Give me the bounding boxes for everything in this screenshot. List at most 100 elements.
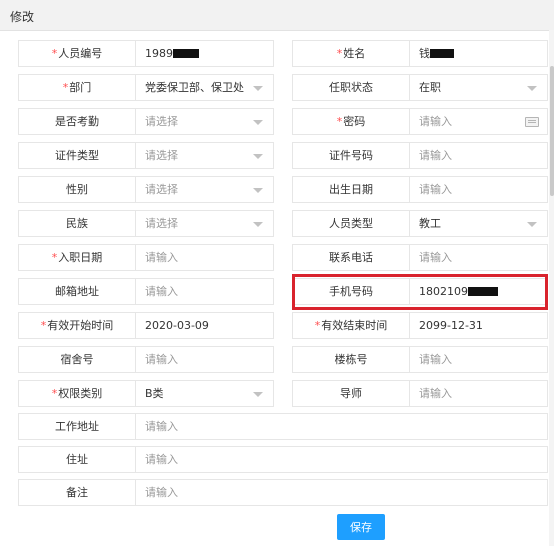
scrollbar-track[interactable] [549,30,554,546]
ethnicity-placeholder: 请选择 [145,217,178,230]
employment-status-label: 任职状态 [293,75,410,100]
ethnicity-select[interactable]: 民族 请选择 [18,210,274,237]
birth-date-field: 出生日期 请输入 [292,176,548,203]
required-marker: * [336,115,343,128]
gender-select[interactable]: 性别 请选择 [18,176,274,203]
chevron-down-icon [253,392,263,397]
id-type-select[interactable]: 证件类型 请选择 [18,142,274,169]
staff-type-select[interactable]: 人员类型 教工 [292,210,548,237]
valid-start-field: *有效开始时间 2020-03-09 [18,312,274,339]
mobile-field: 手机号码 1802109 [292,278,548,305]
email-input[interactable]: 请输入 [145,279,178,304]
name-input[interactable]: 钱 [419,41,454,66]
work-address-input[interactable]: 请输入 [145,414,178,439]
scrollbar-thumb[interactable] [550,66,554,196]
dialog-title: 修改 [10,10,35,24]
password-field: *密码 请输入 [292,108,548,135]
valid-end-field: *有效结束时间 2099-12-31 [292,312,548,339]
birth-date-input[interactable]: 请输入 [419,177,452,202]
chevron-down-icon [253,120,263,125]
chevron-down-icon [253,154,263,159]
chevron-down-icon [527,86,537,91]
work-address-field: 工作地址 请输入 [18,413,548,440]
attendance-label: 是否考勤 [19,109,136,134]
department-select[interactable]: *部门 党委保卫部、保卫处 [18,74,274,101]
required-marker: * [62,81,69,94]
chevron-down-icon [253,188,263,193]
phone-field: 联系电话 请输入 [292,244,548,271]
name-label: 姓名 [343,47,366,60]
gender-label: 性别 [19,177,136,202]
hire-date-label: 入职日期 [58,251,103,264]
building-no-field: 楼栋号 请输入 [292,346,548,373]
ethnicity-label: 民族 [19,211,136,236]
redaction-block [430,49,454,58]
id-number-label: 证件号码 [293,143,410,168]
hire-date-field: *入职日期 请输入 [18,244,274,271]
keyboard-icon[interactable] [525,117,539,127]
building-no-input[interactable]: 请输入 [419,347,452,372]
staff-no-input[interactable]: 1989 [145,41,199,66]
employment-status-value: 在职 [419,81,441,94]
advisor-input[interactable]: 请输入 [419,381,452,406]
remarks-field: 备注 请输入 [18,479,548,506]
staff-no-field: *人员编号 1989 [18,40,274,67]
save-button[interactable]: 保存 [337,514,385,540]
id-number-input[interactable]: 请输入 [419,143,452,168]
valid-start-label: 有效开始时间 [47,319,114,332]
redaction-block [173,49,199,58]
department-label: 部门 [69,81,92,94]
advisor-field: 导师 请输入 [292,380,548,407]
dorm-no-field: 宿舍号 请输入 [18,346,274,373]
mobile-label: 手机号码 [293,279,410,304]
phone-input[interactable]: 请输入 [419,245,452,270]
name-field: *姓名 钱 [292,40,548,67]
valid-end-label: 有效结束时间 [321,319,388,332]
permission-type-label: 权限类别 [58,387,103,400]
address-label: 住址 [19,447,136,472]
email-field: 邮箱地址 请输入 [18,278,274,305]
required-marker: * [51,387,58,400]
remarks-label: 备注 [19,480,136,505]
remarks-input[interactable]: 请输入 [145,480,178,505]
dorm-no-input[interactable]: 请输入 [145,347,178,372]
required-marker: * [314,319,321,332]
valid-end-input[interactable]: 2099-12-31 [419,313,483,338]
valid-start-input[interactable]: 2020-03-09 [145,313,209,338]
id-number-field: 证件号码 请输入 [292,142,548,169]
required-marker: * [40,319,47,332]
email-label: 邮箱地址 [19,279,136,304]
chevron-down-icon [527,222,537,227]
department-value: 党委保卫部、保卫处 [145,81,244,94]
birth-date-label: 出生日期 [293,177,410,202]
required-marker: * [336,47,343,60]
id-type-label: 证件类型 [19,143,136,168]
permission-type-value: B类 [145,387,164,400]
permission-type-select[interactable]: *权限类别 B类 [18,380,274,407]
address-field: 住址 请输入 [18,446,548,473]
required-marker: * [51,251,58,264]
building-no-label: 楼栋号 [293,347,410,372]
required-marker: * [51,47,58,60]
staff-type-value: 教工 [419,217,441,230]
dialog-header: 修改 [0,0,554,31]
staff-no-label: 人员编号 [58,47,103,60]
redaction-block [468,287,498,296]
gender-placeholder: 请选择 [145,183,178,196]
mobile-input[interactable]: 1802109 [419,279,498,304]
id-type-placeholder: 请选择 [145,149,178,162]
password-input[interactable]: 请输入 [419,109,452,134]
hire-date-input[interactable]: 请输入 [145,245,178,270]
attendance-select[interactable]: 是否考勤 请选择 [18,108,274,135]
chevron-down-icon [253,222,263,227]
employment-status-select[interactable]: 任职状态 在职 [292,74,548,101]
staff-type-label: 人员类型 [293,211,410,236]
attendance-placeholder: 请选择 [145,115,178,128]
phone-label: 联系电话 [293,245,410,270]
address-input[interactable]: 请输入 [145,447,178,472]
dorm-no-label: 宿舍号 [19,347,136,372]
chevron-down-icon [253,86,263,91]
work-address-label: 工作地址 [19,414,136,439]
advisor-label: 导师 [293,381,410,406]
password-label: 密码 [343,115,366,128]
